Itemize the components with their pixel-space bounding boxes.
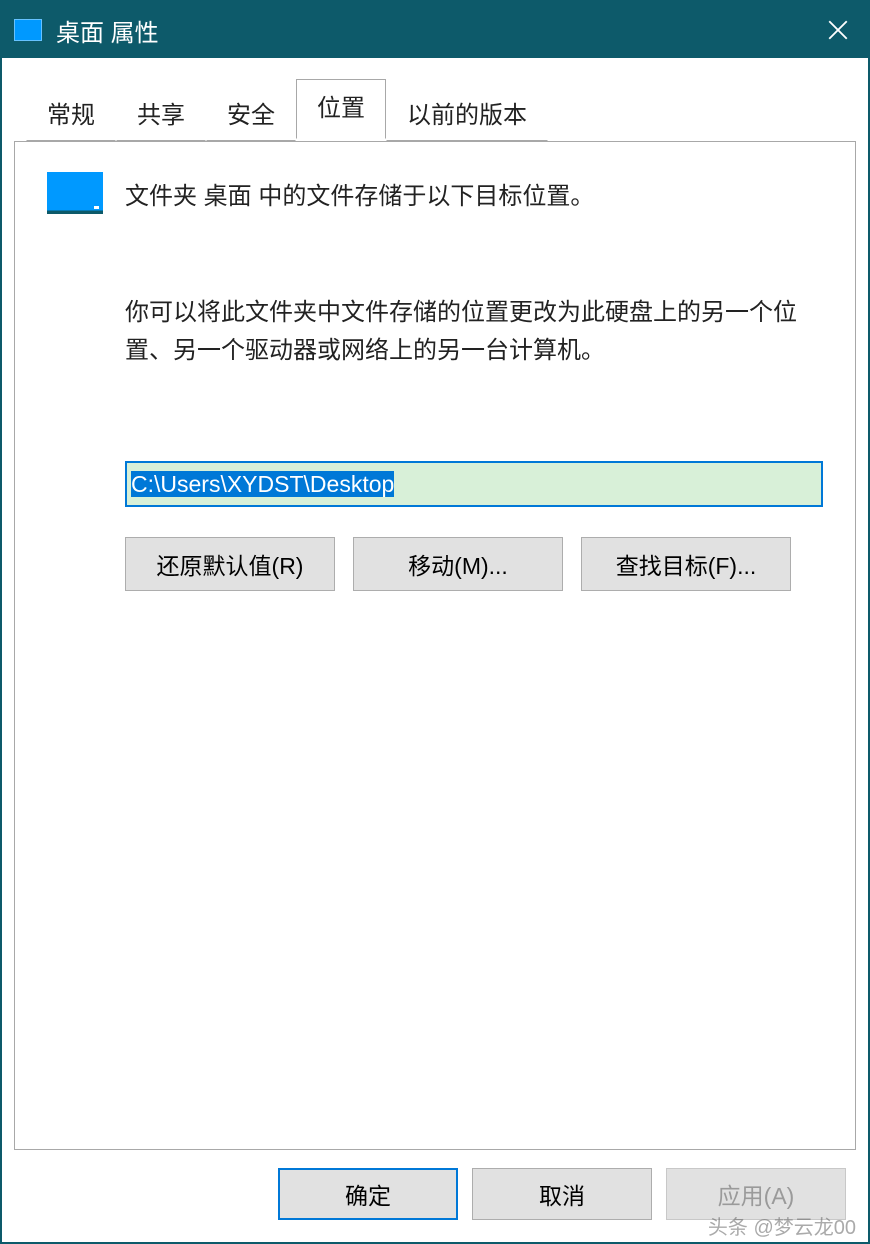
desktop-folder-icon: [47, 172, 103, 214]
tab-previous-versions[interactable]: 以前的版本: [386, 84, 548, 141]
dialog-button-row: 确定 取消 应用(A): [14, 1150, 856, 1230]
tab-location[interactable]: 位置: [296, 79, 386, 139]
cancel-button[interactable]: 取消: [472, 1168, 652, 1220]
path-value: C:\Users\XYDST\Desktop: [131, 471, 394, 497]
path-input[interactable]: C:\Users\XYDST\Desktop: [125, 461, 823, 507]
properties-dialog: 桌面 属性 常规 共享 安全 位置 以前的版本 文件夹 桌面 中的文件存储于以下…: [0, 0, 870, 1244]
close-icon: [828, 20, 848, 40]
titlebar[interactable]: 桌面 属性: [2, 2, 868, 58]
find-target-button[interactable]: 查找目标(F)...: [581, 537, 791, 591]
tab-general[interactable]: 常规: [26, 84, 116, 141]
location-header-text: 文件夹 桌面 中的文件存储于以下目标位置。: [125, 176, 594, 211]
location-description: 你可以将此文件夹中文件存储的位置更改为此硬盘上的另一个位置、另一个驱动器或网络上…: [125, 294, 823, 371]
close-button[interactable]: [808, 2, 868, 58]
desktop-icon: [14, 19, 42, 41]
ok-button[interactable]: 确定: [278, 1168, 458, 1220]
restore-defaults-button[interactable]: 还原默认值(R): [125, 537, 335, 591]
tab-security[interactable]: 安全: [206, 84, 296, 141]
window-title: 桌面 属性: [56, 13, 159, 48]
tab-strip: 常规 共享 安全 位置 以前的版本: [26, 82, 844, 141]
move-button[interactable]: 移动(M)...: [353, 537, 563, 591]
apply-button: 应用(A): [666, 1168, 846, 1220]
tab-share[interactable]: 共享: [116, 84, 206, 141]
tab-panel-location: 文件夹 桌面 中的文件存储于以下目标位置。 你可以将此文件夹中文件存储的位置更改…: [14, 141, 856, 1150]
